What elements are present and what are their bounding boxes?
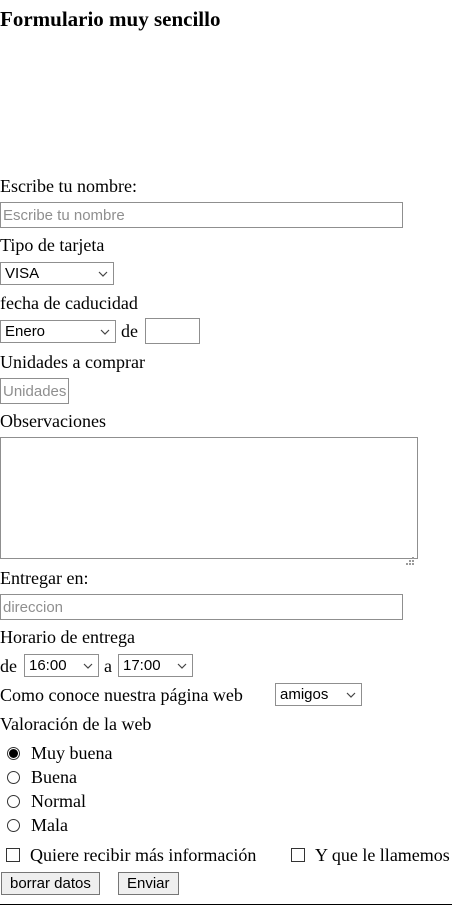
expiry-month-select[interactable]: Enero bbox=[0, 320, 116, 343]
call-checkbox[interactable] bbox=[291, 848, 305, 862]
chevron-down-icon bbox=[95, 271, 111, 277]
schedule-label: Horario de entrega bbox=[0, 627, 135, 647]
schedule-to-value: 17:00 bbox=[123, 657, 161, 674]
observations-label: Observaciones bbox=[0, 411, 106, 431]
schedule-a-text: a bbox=[104, 656, 112, 676]
schedule-from-value: 16:00 bbox=[29, 657, 67, 674]
deliver-label: Entregar en: bbox=[0, 568, 89, 588]
bottom-rule bbox=[0, 904, 452, 905]
rating-option-mala[interactable]: Mala bbox=[7, 814, 68, 836]
resize-grip-icon[interactable] bbox=[404, 550, 415, 565]
radio-button[interactable] bbox=[7, 794, 20, 808]
radio-button[interactable] bbox=[7, 770, 20, 784]
more-info-checkbox[interactable] bbox=[6, 848, 20, 862]
expiry-label: fecha de caducidad bbox=[0, 293, 138, 313]
more-info-option[interactable]: Quiere recibir más información bbox=[6, 844, 256, 866]
page-title: Formulario muy sencillo bbox=[0, 7, 221, 31]
rating-option-label: Muy buena bbox=[31, 742, 113, 763]
expiry-month-value: Enero bbox=[5, 323, 46, 340]
schedule-from-select[interactable]: 16:00 bbox=[24, 654, 99, 677]
call-label: Y que le llamemos bbox=[315, 844, 450, 865]
rating-label: Valoración de la web bbox=[0, 714, 152, 734]
name-label: Escribe tu nombre: bbox=[0, 176, 137, 196]
chevron-down-icon bbox=[343, 692, 359, 698]
chevron-down-icon bbox=[80, 663, 96, 669]
expiry-de-text: de bbox=[121, 321, 138, 341]
more-info-label: Quiere recibir más información bbox=[30, 844, 257, 865]
rating-option-label: Buena bbox=[31, 766, 77, 787]
rating-option-muy-buena[interactable]: Muy buena bbox=[7, 742, 112, 764]
radio-selected-dot bbox=[9, 748, 18, 758]
units-label: Unidades a comprar bbox=[0, 352, 145, 372]
source-value: amigos bbox=[280, 686, 329, 703]
submit-button[interactable]: Enviar bbox=[118, 872, 179, 895]
deliver-input[interactable] bbox=[0, 594, 403, 620]
card-type-select[interactable]: VISA bbox=[0, 262, 114, 285]
name-input[interactable] bbox=[0, 202, 403, 228]
reset-button[interactable]: borrar datos bbox=[1, 872, 100, 895]
rating-option-label: Mala bbox=[31, 814, 68, 835]
call-option[interactable]: Y que le llamemos bbox=[291, 844, 452, 866]
rating-option-buena[interactable]: Buena bbox=[7, 766, 77, 788]
card-type-value: VISA bbox=[5, 265, 40, 282]
source-select[interactable]: amigos bbox=[275, 683, 362, 706]
expiry-year-input[interactable] bbox=[145, 318, 200, 344]
source-label: Como conoce nuestra página web bbox=[0, 685, 243, 705]
chevron-down-icon bbox=[97, 329, 113, 335]
chevron-down-icon bbox=[174, 663, 190, 669]
observations-textarea[interactable] bbox=[0, 437, 418, 559]
rating-option-normal[interactable]: Normal bbox=[7, 790, 86, 812]
schedule-to-select[interactable]: 17:00 bbox=[118, 654, 193, 677]
units-input[interactable] bbox=[0, 378, 69, 404]
radio-button[interactable] bbox=[7, 818, 20, 832]
schedule-de-text: de bbox=[0, 656, 17, 676]
rating-option-label: Normal bbox=[31, 790, 86, 811]
card-type-label: Tipo de tarjeta bbox=[0, 235, 105, 255]
observations-wrapper bbox=[0, 437, 418, 565]
radio-button[interactable] bbox=[7, 746, 20, 760]
